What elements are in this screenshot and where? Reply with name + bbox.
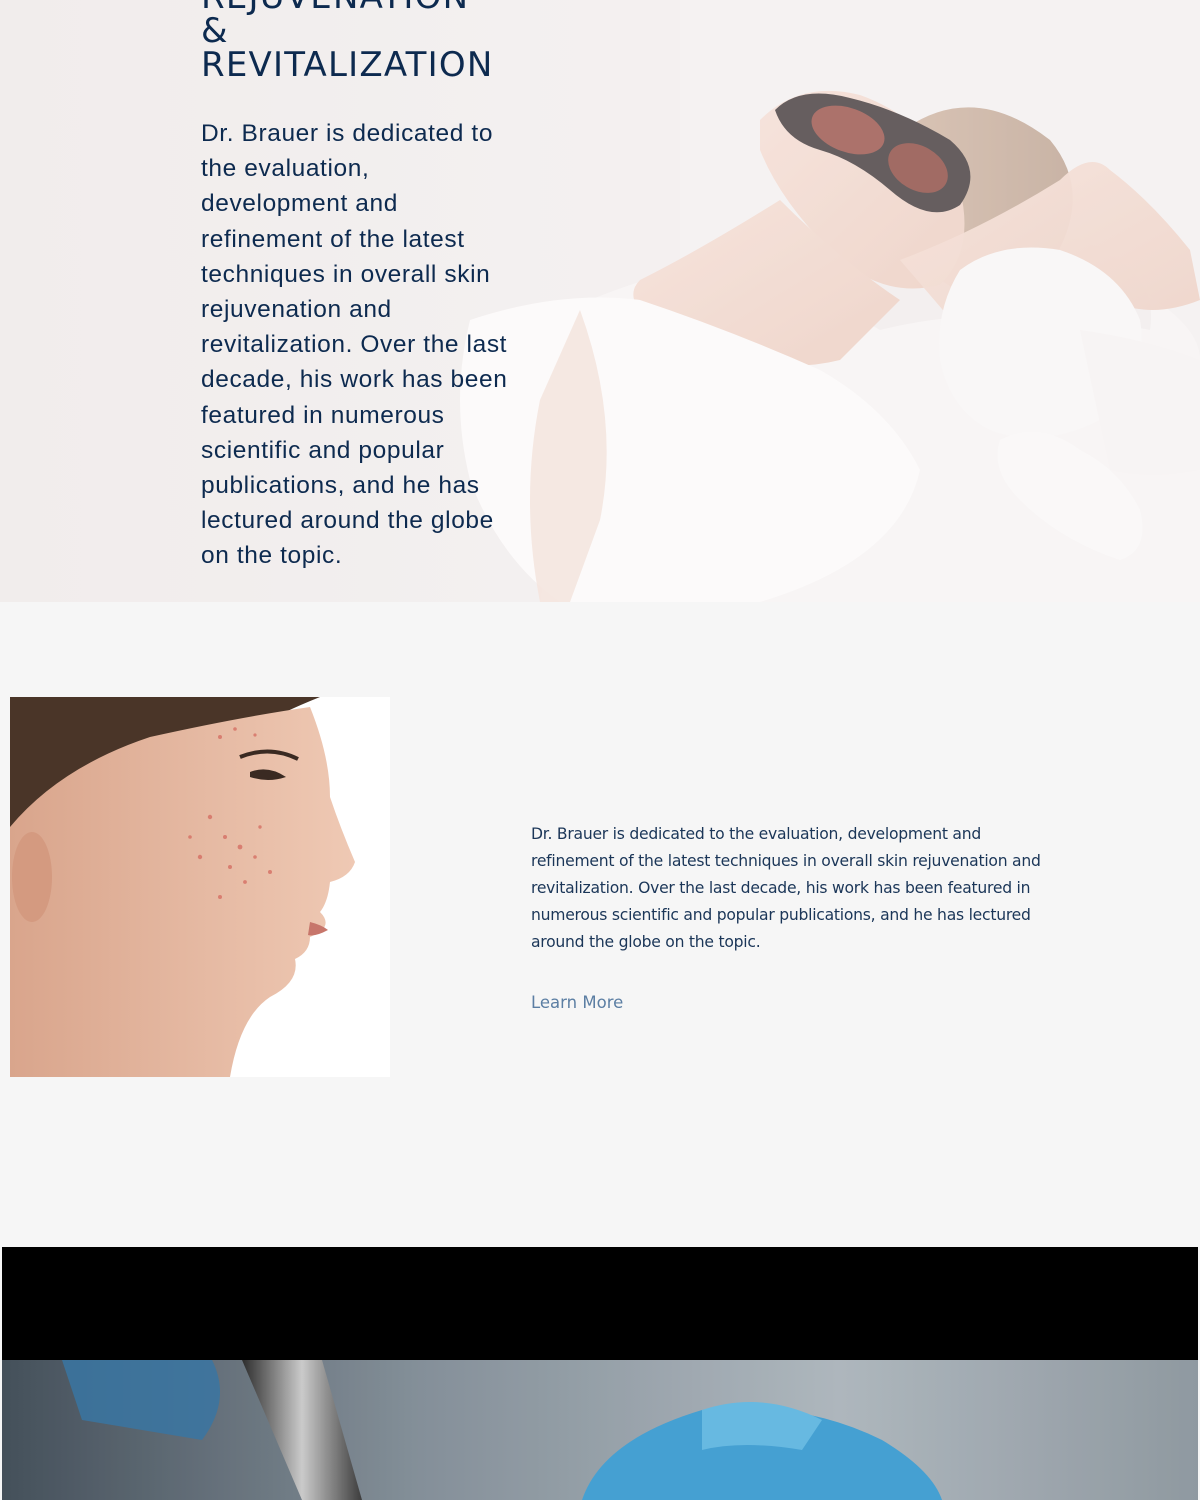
hero-photo-laser-treatment: [0, 0, 1200, 602]
feature-text-block: Dr. Brauer is dedicated to the evaluatio…: [531, 821, 1051, 1013]
feature-description: Dr. Brauer is dedicated to the evaluatio…: [531, 825, 1041, 951]
hero-section: REJUVENATION & REVITALIZATION Dr. Brauer…: [0, 0, 1200, 602]
hero-title: REJUVENATION & REVITALIZATION: [201, 0, 494, 85]
hero-text-block: REJUVENATION & REVITALIZATION Dr. Brauer…: [201, 0, 521, 574]
video-frame-procedure: [2, 1360, 1198, 1500]
video-section[interactable]: [2, 1247, 1198, 1500]
acne-profile-photo: [10, 697, 390, 1077]
feature-section: Dr. Brauer is dedicated to the evaluatio…: [0, 602, 1200, 1247]
hero-description: Dr. Brauer is dedicated to the evaluatio…: [201, 120, 508, 570]
learn-more-link[interactable]: Learn More: [531, 993, 623, 1012]
